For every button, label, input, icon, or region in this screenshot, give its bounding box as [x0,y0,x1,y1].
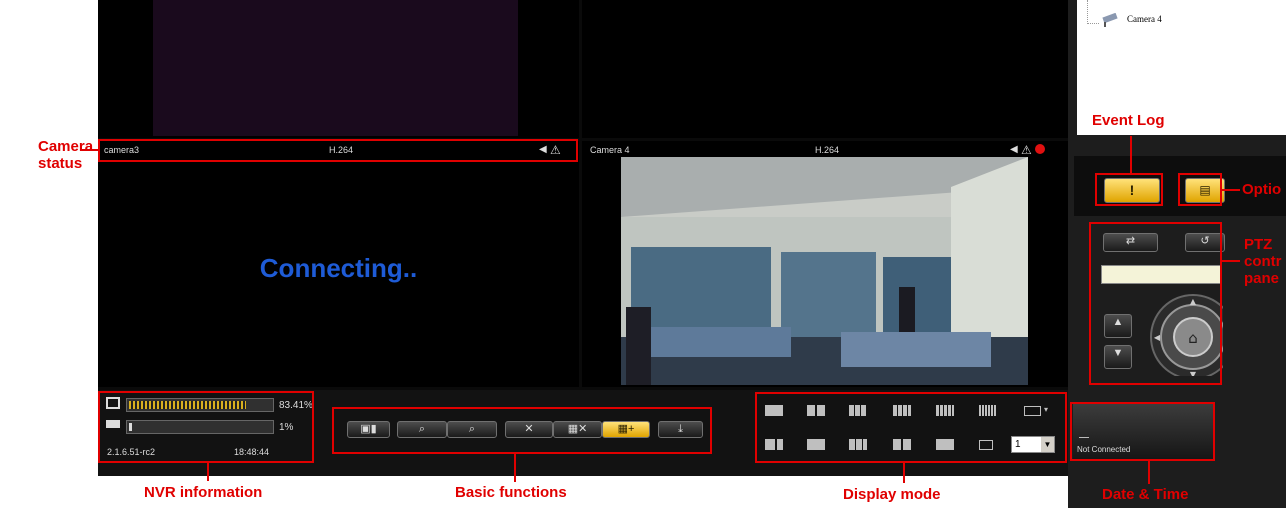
camera4-video [621,157,1028,385]
pointer-line [1222,189,1240,191]
display-mode-highlight [755,392,1067,463]
pointer-line [1148,461,1150,484]
camera-tile-camera4[interactable]: Camera 4 H.264 ◀ ⚠ [582,141,1068,387]
basic-functions-label: Basic functions [455,484,567,501]
ptz-label: PTZ contr pane [1244,236,1282,287]
display-mode-label: Display mode [843,486,941,503]
camera-status-label: Camera status [38,138,94,172]
pointer-line [1222,260,1240,262]
event-log-highlight [1095,173,1163,206]
camera-tile-2[interactable] [582,0,1068,138]
record-icon [1035,144,1045,154]
ptz-panel-highlight [1089,222,1222,385]
camera-codec: H.264 [815,145,840,155]
camera-tile-1[interactable] [98,0,579,138]
nvr-info-label: NVR information [144,484,263,501]
speaker-icon: ◀ [1010,144,1018,155]
camera-name: Camera 4 [590,145,630,155]
pointer-line [1130,136,1132,173]
camera-status-highlight [98,139,578,162]
tree-line [1087,0,1088,24]
tree-item-camera4[interactable]: Camera 4 [1127,14,1162,24]
basic-functions-highlight [332,407,712,454]
options-label: Optio [1242,181,1282,198]
date-time-highlight [1070,402,1215,461]
camera-tile-camera3[interactable]: camera3 H.264 ◀ ⚠ Connecting.. [98,141,579,387]
pointer-line [207,463,209,481]
date-time-label: Date & Time [1102,486,1189,503]
camera-icon [1101,12,1121,27]
options-highlight [1178,173,1222,206]
tree-line [1087,23,1099,24]
pointer-line [903,463,905,483]
video-frame [153,0,518,136]
connecting-status: Connecting.. [259,253,418,283]
nvr-info-highlight [98,391,314,463]
warning-icon: ⚠ [1021,143,1032,157]
pointer-line [514,454,516,482]
event-log-label: Event Log [1092,112,1165,129]
camera-grid: camera3 H.264 ◀ ⚠ Connecting.. Camera 4 … [98,0,1068,390]
pointer-line [82,149,98,151]
